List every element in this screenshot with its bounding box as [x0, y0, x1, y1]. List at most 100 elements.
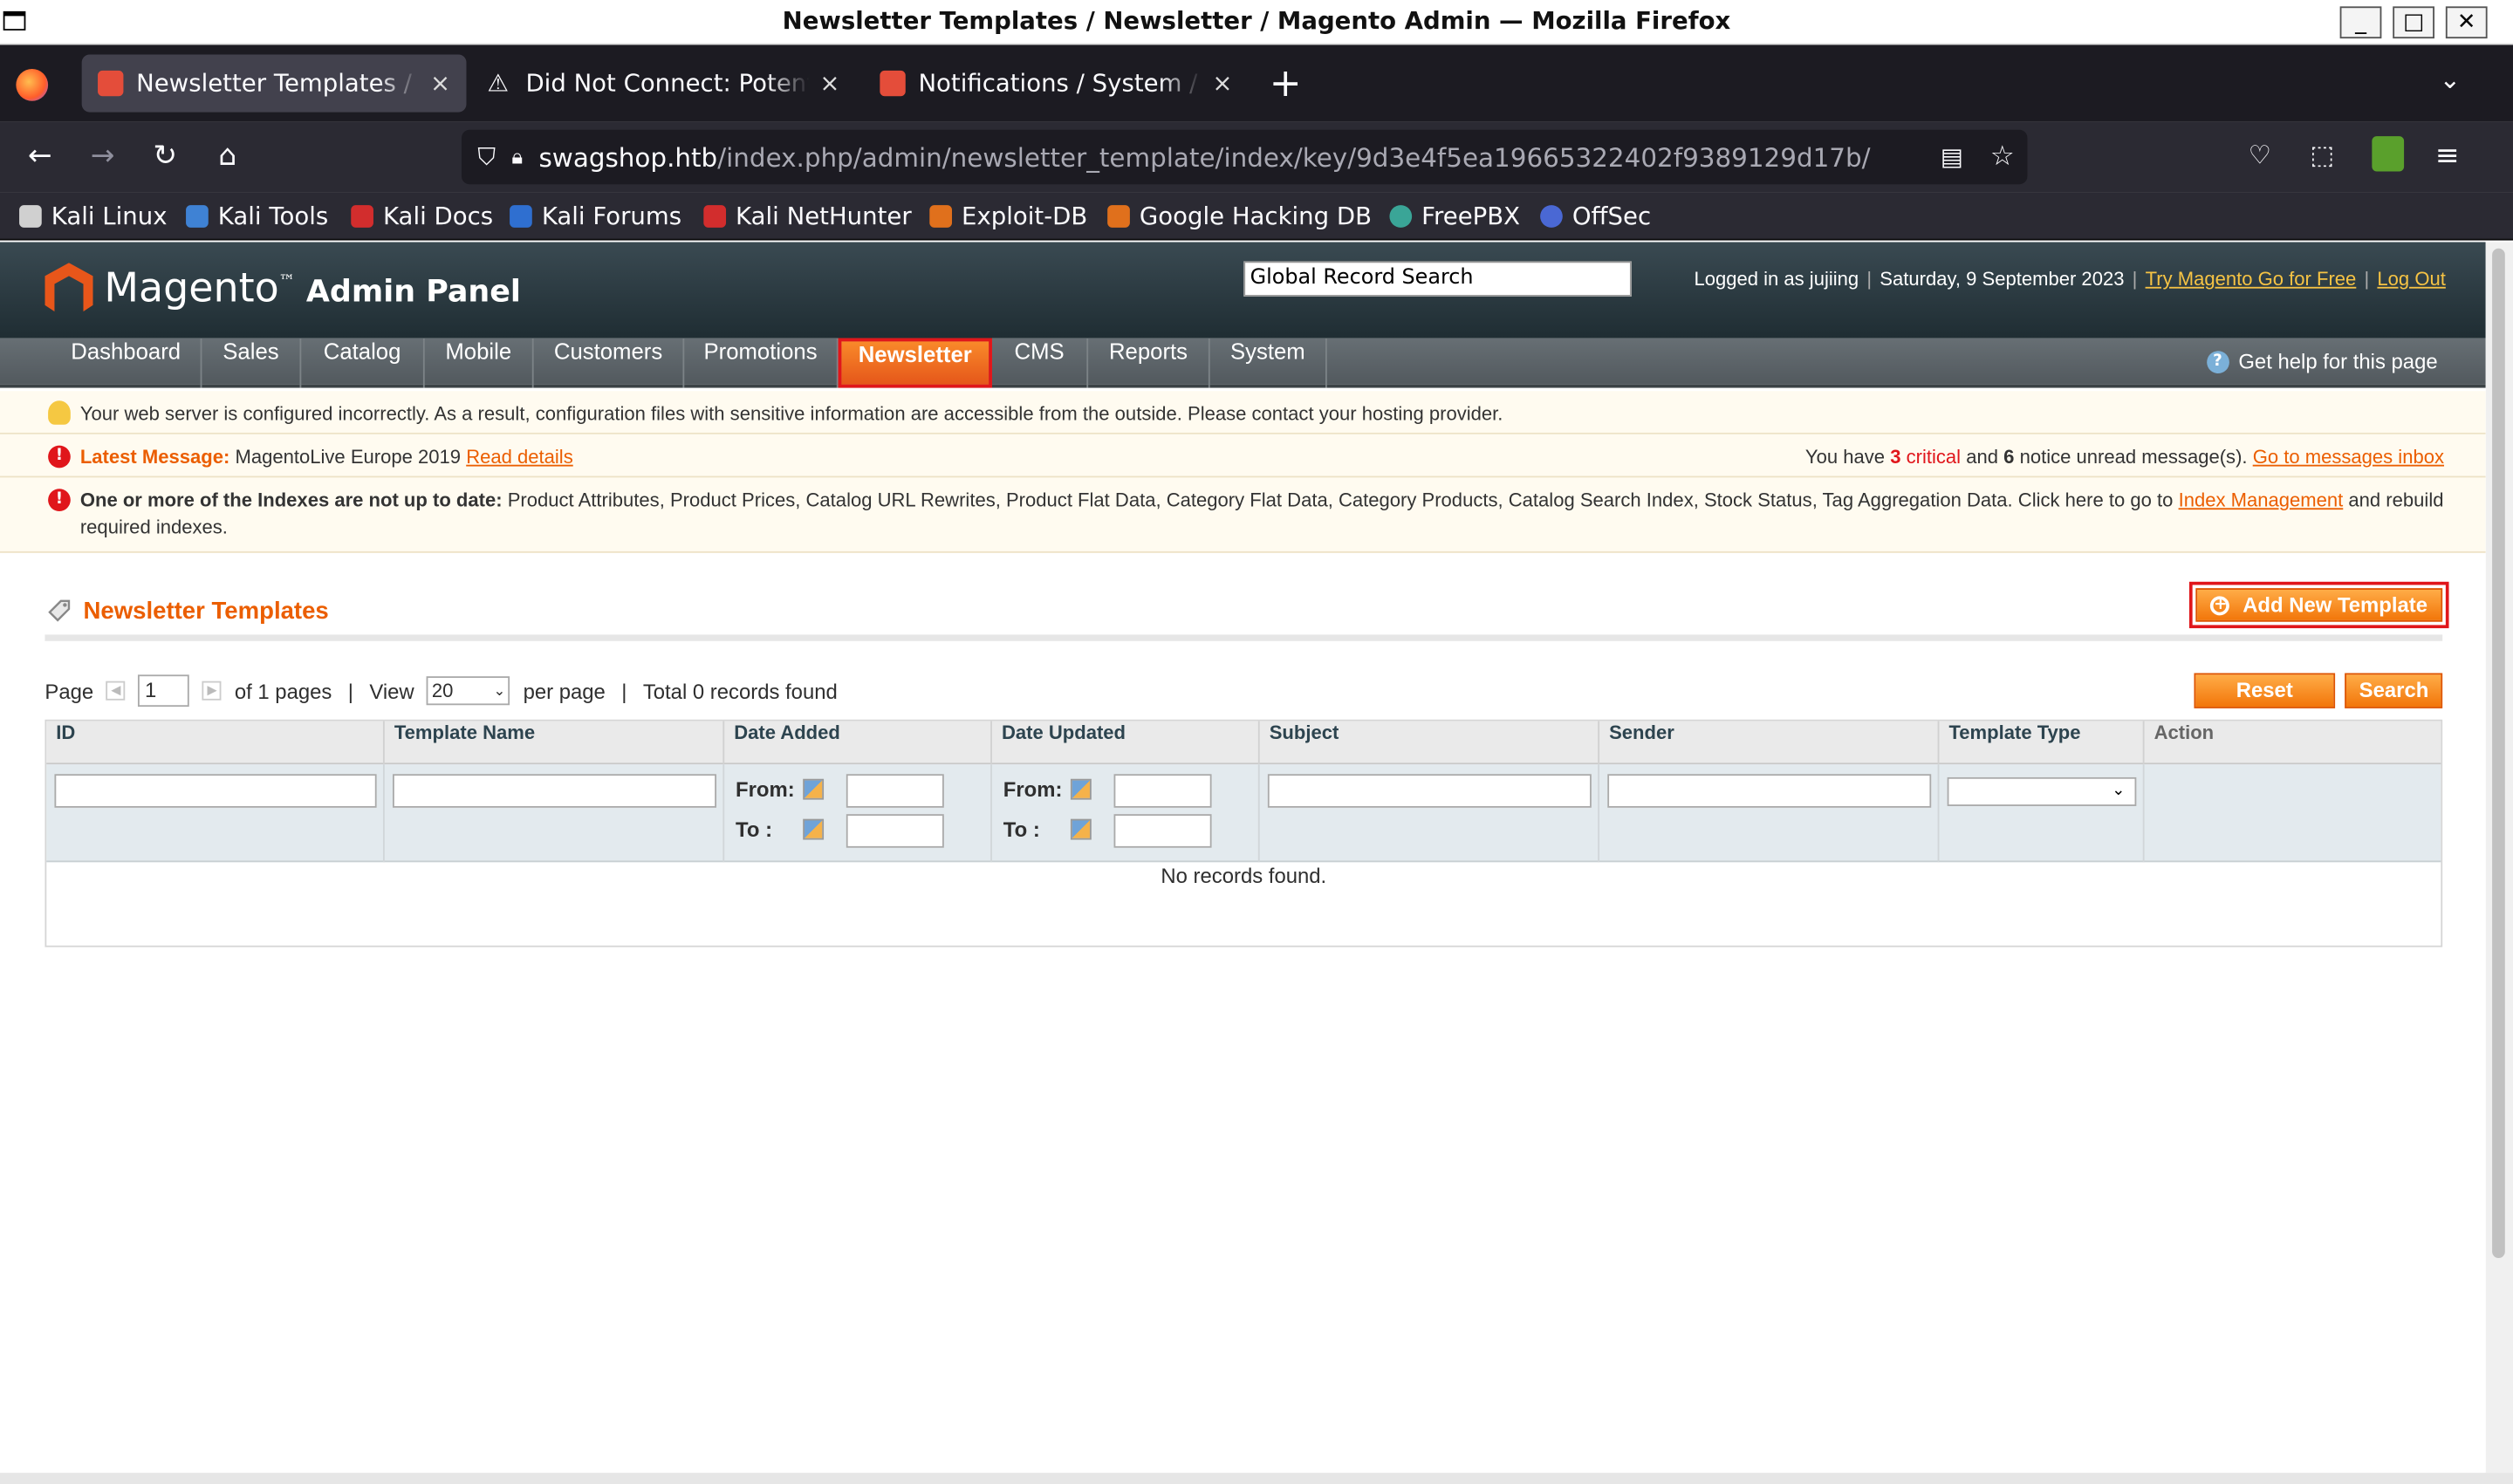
menu-catalog[interactable]: Catalog: [301, 338, 425, 388]
close-tab-icon[interactable]: ×: [1212, 69, 1232, 98]
menu-sales[interactable]: Sales: [202, 338, 302, 388]
close-tab-icon[interactable]: ×: [430, 69, 450, 98]
logo[interactable]: Magento™ Admin Panel: [104, 264, 520, 311]
bookmark-kali-nethunter[interactable]: Kali NetHunter: [703, 202, 912, 231]
magento-icon: [880, 70, 906, 97]
date-added-to-input[interactable]: [846, 814, 944, 848]
tab-notifications[interactable]: Notifications / System / Magento Admin ×: [864, 54, 1249, 112]
close-tab-icon[interactable]: ×: [819, 69, 839, 98]
url-bar[interactable]: ⛉ 🔒︎ swagshop.htb/index.php/admin/newsle…: [461, 129, 2028, 185]
home-icon[interactable]: ⌂: [209, 140, 247, 174]
reset-filter-button[interactable]: Reset Filter: [2194, 673, 2336, 734]
menu-system[interactable]: System: [1210, 338, 1327, 388]
firefox-icon[interactable]: [16, 68, 49, 101]
help-link[interactable]: ? Get help for this page: [2206, 349, 2438, 373]
menu-newsletter[interactable]: Newsletter: [838, 338, 992, 388]
profile-icon[interactable]: [2372, 136, 2405, 172]
main-menu: Dashboard Sales Catalog Mobile Customers…: [0, 338, 2486, 388]
template-type-select[interactable]: ⌄: [1947, 776, 2137, 806]
menu-dashboard[interactable]: Dashboard: [51, 338, 202, 388]
extensions-icon[interactable]: ⬚: [2303, 140, 2341, 170]
read-details-link[interactable]: Read details: [466, 446, 573, 468]
per-page-select[interactable]: 20 ⌄: [427, 676, 510, 706]
prev-page-icon[interactable]: ◀: [106, 680, 126, 701]
date-updated-to-input[interactable]: [1113, 814, 1212, 848]
logout-link[interactable]: Log Out: [2377, 268, 2445, 291]
kali-forums-icon: [510, 205, 532, 228]
lightbulb-icon: [48, 400, 71, 425]
menu-reports[interactable]: Reports: [1088, 338, 1210, 388]
menu-mobile[interactable]: Mobile: [425, 338, 534, 388]
try-magento-link[interactable]: Try Magento Go for Free: [2146, 268, 2357, 291]
id-filter-input[interactable]: [54, 774, 377, 808]
column-sender[interactable]: Sender: [1599, 721, 1940, 765]
bookmark-google-hacking-db[interactable]: Google Hacking DB: [1107, 202, 1372, 231]
date-updated-from-input[interactable]: [1113, 774, 1212, 808]
new-tab-button[interactable]: +: [1270, 61, 1302, 106]
bookmark-offsec[interactable]: OffSec: [1540, 202, 1651, 231]
column-id[interactable]: ID: [46, 721, 385, 765]
latest-message-bar: ! Latest Message: MagentoLive Europe 201…: [0, 434, 2486, 478]
tab-did-not-connect[interactable]: ⚠ Did Not Connect: Potential Security Is…: [471, 54, 856, 112]
column-date-updated[interactable]: Date Updated: [992, 721, 1260, 765]
horizontal-scrollbar[interactable]: [0, 1473, 2513, 1484]
add-new-template-button[interactable]: + Add New Template: [2188, 581, 2449, 629]
calendar-icon[interactable]: [1070, 818, 1092, 840]
shield-icon[interactable]: ⛉: [477, 142, 496, 171]
template-name-filter-input[interactable]: [392, 774, 717, 808]
lock-icon[interactable]: 🔒︎: [511, 145, 523, 169]
bookmark-kali-docs[interactable]: Kali Docs: [351, 202, 493, 231]
minimize-button[interactable]: _: [2339, 6, 2382, 39]
menu-promotions[interactable]: Promotions: [684, 338, 839, 388]
url-path: /index.php/admin/newsletter_template/ind…: [717, 141, 1871, 173]
pocket-icon[interactable]: ♡: [2241, 140, 2279, 170]
index-management-link[interactable]: Index Management: [2179, 489, 2344, 511]
per-page-label: per page: [523, 678, 606, 703]
maximize-button[interactable]: □: [2393, 6, 2434, 39]
calendar-icon[interactable]: [1070, 778, 1092, 800]
bookmark-star-icon[interactable]: ☆: [1990, 141, 2015, 174]
bookmark-freepbx[interactable]: FreePBX: [1389, 202, 1520, 231]
page-number-input[interactable]: 1: [138, 674, 190, 708]
chevron-down-icon: ⌄: [493, 681, 506, 698]
reload-icon[interactable]: ↻: [146, 140, 184, 174]
page-scrollbar[interactable]: [2485, 242, 2513, 1484]
forward-arrow-icon[interactable]: →: [84, 140, 122, 174]
calendar-icon[interactable]: [803, 818, 825, 840]
kali-tools-icon: [186, 205, 209, 228]
tab-label: Newsletter Templates / Newsletter / Mage…: [136, 68, 421, 99]
templates-grid: ID Template Name Date Added Date Updated…: [45, 719, 2443, 947]
next-page-icon[interactable]: ▶: [202, 680, 223, 701]
back-arrow-icon[interactable]: ←: [21, 140, 59, 174]
bookmark-exploit-db[interactable]: Exploit-DB: [929, 202, 1087, 231]
latest-message-label: Latest Message:: [79, 445, 230, 468]
pager: Page ◀ 1 ▶ of 1 pages | View 20 ⌄ per pag…: [45, 674, 838, 708]
global-search-input[interactable]: Global Record Search: [1243, 261, 1632, 297]
title-divider: [45, 634, 2443, 641]
menu-cms[interactable]: CMS: [992, 338, 1089, 388]
help-icon: ?: [2206, 350, 2229, 373]
reader-view-icon[interactable]: ▤: [1941, 142, 1963, 171]
search-button[interactable]: Search: [2345, 673, 2443, 708]
view-label: View: [369, 678, 414, 703]
bookmark-kali-tools[interactable]: Kali Tools: [186, 202, 328, 231]
calendar-icon[interactable]: [803, 778, 825, 800]
column-template-name[interactable]: Template Name: [385, 721, 725, 765]
kali-docs-icon: [351, 205, 373, 228]
close-window-button[interactable]: ✕: [2445, 6, 2488, 39]
date-added-from-input[interactable]: [846, 774, 944, 808]
exploit-db-icon: [929, 205, 953, 228]
hamburger-menu-icon[interactable]: ≡: [2428, 140, 2467, 174]
column-subject[interactable]: Subject: [1260, 721, 1600, 765]
bookmark-kali-linux[interactable]: Kali Linux: [19, 202, 168, 231]
tab-newsletter-templates[interactable]: Newsletter Templates / Newsletter / Mage…: [81, 54, 467, 113]
bookmark-kali-forums[interactable]: Kali Forums: [510, 202, 681, 231]
kali-dragon-icon: [19, 205, 42, 228]
subject-filter-input[interactable]: [1267, 774, 1592, 808]
column-template-type[interactable]: Template Type: [1939, 721, 2145, 765]
column-date-added[interactable]: Date Added: [724, 721, 992, 765]
menu-customers[interactable]: Customers: [534, 338, 685, 388]
messages-inbox-link[interactable]: Go to messages inbox: [2253, 446, 2444, 468]
list-all-tabs-icon[interactable]: ⌄: [2440, 64, 2462, 94]
sender-filter-input[interactable]: [1607, 774, 1932, 808]
